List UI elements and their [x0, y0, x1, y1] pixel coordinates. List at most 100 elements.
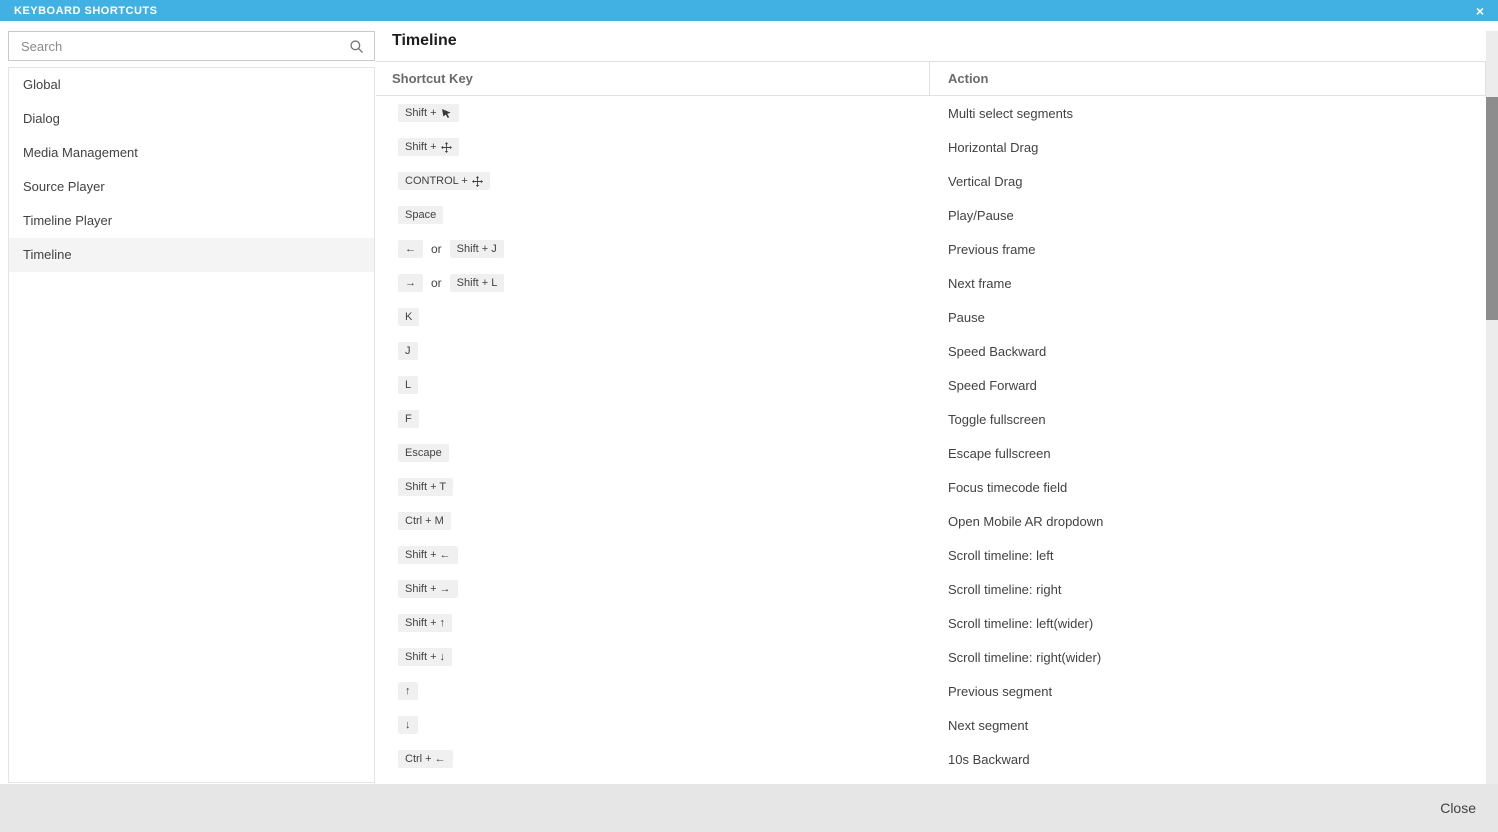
- sidebar-item-timeline-player[interactable]: Timeline Player: [9, 204, 374, 238]
- table-header: Shortcut Key Action: [376, 62, 1486, 96]
- shortcut-key-cell: ↓: [376, 716, 930, 734]
- table-row: K Pause: [376, 300, 1486, 334]
- shortcut-key-cell: Shift +: [376, 104, 930, 122]
- action-label: Toggle fullscreen: [948, 412, 1046, 427]
- action-cell: Previous frame: [930, 242, 1486, 257]
- column-header-action: Action: [930, 62, 1486, 95]
- shortcut-key-cell: Space: [376, 206, 930, 224]
- table-row: Shift + Multi select segments: [376, 96, 1486, 130]
- key-badge: Ctrl + M: [398, 512, 451, 530]
- table-row: ↑ Previous segment: [376, 674, 1486, 708]
- shortcuts-panel: Timeline Shortcut Key Action Shift + Mult…: [376, 21, 1486, 783]
- shortcut-key-cell: L: [376, 376, 930, 394]
- shortcut-key-cell: ←orShift + J: [376, 240, 930, 258]
- action-label: 10s Backward: [948, 752, 1030, 767]
- action-label: Next segment: [948, 718, 1028, 733]
- key-badge: ↓: [398, 716, 418, 734]
- table-row: Shift + ↑Scroll timeline: left(wider): [376, 606, 1486, 640]
- key-badge: L: [398, 376, 418, 394]
- table-row: F Toggle fullscreen: [376, 402, 1486, 436]
- action-cell: Vertical Drag: [930, 174, 1486, 189]
- shortcut-key-cell: ↑: [376, 682, 930, 700]
- pointer-icon: [441, 108, 452, 119]
- action-cell: Multi select segments: [930, 106, 1486, 121]
- scrollbar-thumb[interactable]: [1486, 97, 1498, 320]
- key-badge: Escape: [398, 444, 449, 462]
- action-cell: Speed Backward: [930, 344, 1486, 359]
- table-row: Ctrl + M Open Mobile AR dropdown: [376, 504, 1486, 538]
- key-badge: Shift +: [398, 104, 459, 122]
- table-row: Shift + → Scroll timeline: right: [376, 572, 1486, 606]
- close-button[interactable]: Close: [1440, 800, 1476, 816]
- action-label: Escape fullscreen: [948, 446, 1051, 461]
- table-row: Space Play/Pause: [376, 198, 1486, 232]
- search-box[interactable]: [8, 31, 375, 61]
- key-badge: F: [398, 410, 419, 428]
- action-cell: Next segment: [930, 718, 1486, 733]
- sidebar-list: GlobalDialogMedia ManagementSource Playe…: [8, 67, 375, 783]
- close-icon[interactable]: ×: [1476, 4, 1484, 18]
- key-badge: K: [398, 308, 419, 326]
- key-badge: Ctrl + ←: [398, 750, 453, 768]
- action-cell: Play/Pause: [930, 208, 1486, 223]
- key-badge: Shift +: [398, 138, 459, 156]
- sidebar: GlobalDialogMedia ManagementSource Playe…: [8, 31, 375, 783]
- action-cell: 10s Backward: [930, 752, 1486, 767]
- key-badge: CONTROL +: [398, 172, 490, 190]
- sidebar-item-global[interactable]: Global: [9, 68, 374, 102]
- sidebar-item-source-player[interactable]: Source Player: [9, 170, 374, 204]
- dialog-footer: Close: [0, 784, 1498, 832]
- scrollbar-track[interactable]: [1486, 31, 1498, 784]
- shortcut-key-cell: Shift + T: [376, 478, 930, 496]
- shortcut-key-cell: Shift + ←: [376, 546, 930, 564]
- table-row: ←orShift + JPrevious frame: [376, 232, 1486, 266]
- sidebar-item-dialog[interactable]: Dialog: [9, 102, 374, 136]
- table-row: Shift + Horizontal Drag: [376, 130, 1486, 164]
- action-cell: Speed Forward: [930, 378, 1486, 393]
- action-label: Scroll timeline: left(wider): [948, 616, 1093, 631]
- action-label: Vertical Drag: [948, 174, 1022, 189]
- sidebar-item-media-management[interactable]: Media Management: [9, 136, 374, 170]
- action-label: Open Mobile AR dropdown: [948, 514, 1103, 529]
- key-badge: Shift + →: [398, 580, 458, 598]
- shortcut-key-cell: →orShift + L: [376, 274, 930, 292]
- action-label: Horizontal Drag: [948, 140, 1038, 155]
- shortcut-key-cell: F: [376, 410, 930, 428]
- action-cell: Previous segment: [930, 684, 1486, 699]
- table-row: CONTROL + Vertical Drag: [376, 164, 1486, 198]
- action-label: Speed Backward: [948, 344, 1046, 359]
- action-label: Focus timecode field: [948, 480, 1067, 495]
- action-label: Scroll timeline: left: [948, 548, 1053, 563]
- table-row: →orShift + L Next frame: [376, 266, 1486, 300]
- table-row: Ctrl + ← 10s Backward: [376, 742, 1486, 776]
- action-label: Previous frame: [948, 242, 1035, 257]
- key-badge: Shift + T: [398, 478, 453, 496]
- or-label: or: [431, 242, 442, 256]
- action-cell: Pause: [930, 310, 1486, 325]
- search-icon: [349, 39, 364, 54]
- column-header-shortcut-key: Shortcut Key: [376, 62, 930, 95]
- key-badge: Shift + ↓: [398, 648, 452, 666]
- table-row: ↓ Next segment: [376, 708, 1486, 742]
- action-label: Next frame: [948, 276, 1012, 291]
- shortcut-key-cell: Escape: [376, 444, 930, 462]
- search-input[interactable]: [9, 39, 349, 54]
- sidebar-item-timeline[interactable]: Timeline: [9, 238, 374, 272]
- shortcut-key-cell: Ctrl + ←: [376, 750, 930, 768]
- action-label: Speed Forward: [948, 378, 1037, 393]
- table-row: Shift + T Focus timecode field: [376, 470, 1486, 504]
- move-icon: [472, 176, 483, 187]
- action-label: Pause: [948, 310, 985, 325]
- action-cell: Scroll timeline: right: [930, 582, 1486, 597]
- key-badge: Space: [398, 206, 443, 224]
- key-badge: ↑: [398, 682, 418, 700]
- key-badge: ←: [398, 240, 423, 258]
- action-cell: Toggle fullscreen: [930, 412, 1486, 427]
- action-label: Scroll timeline: right(wider): [948, 650, 1101, 665]
- section-title: Timeline: [392, 32, 457, 50]
- or-label: or: [431, 276, 442, 290]
- dialog-title: KEYBOARD SHORTCUTS: [14, 5, 157, 17]
- shortcut-key-cell: Shift + ↓: [376, 648, 930, 666]
- action-cell: Escape fullscreen: [930, 446, 1486, 461]
- table-row: JSpeed Backward: [376, 334, 1486, 368]
